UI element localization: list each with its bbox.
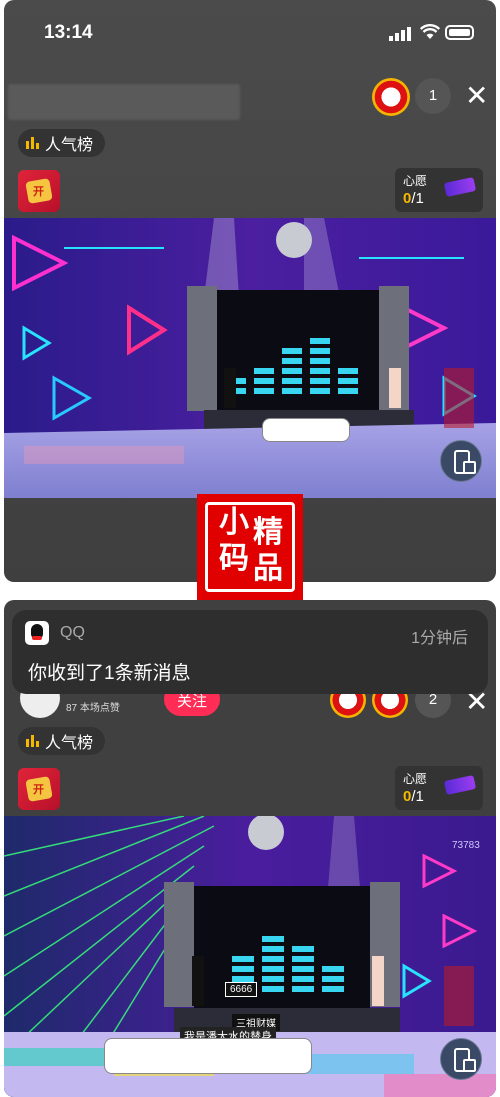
wish-label: 心愿 <box>403 174 428 188</box>
status-bar: 13:14 <box>4 0 496 62</box>
hot-rank-label: 人气榜 <box>45 137 94 154</box>
glasses-gift-icon <box>443 177 477 197</box>
seal-char-2: 精 <box>253 515 283 550</box>
status-time: 13:14 <box>44 22 93 43</box>
viewer-avatar[interactable] <box>372 78 410 116</box>
seal-char-3: 码 <box>219 541 249 576</box>
notification-time: 1分钟后 <box>411 630 468 647</box>
wish-progress: 0/1 <box>403 788 424 805</box>
signal-icon <box>389 27 411 41</box>
wish-progress: 0/1 <box>403 190 424 207</box>
notification-app: QQ <box>60 624 85 641</box>
hot-rank-pill[interactable]: 人气榜 <box>18 129 106 157</box>
redacted-comment-box <box>104 1038 312 1074</box>
red-packet-icon[interactable] <box>18 768 60 810</box>
qq-notification[interactable]: QQ 1分钟后 你收到了1条新消息 <box>12 610 488 694</box>
switch-screen-icon[interactable] <box>440 440 482 482</box>
glasses-gift-icon <box>443 775 477 795</box>
stage-score: 6666 <box>225 982 258 997</box>
close-icon[interactable]: ✕ <box>465 82 488 110</box>
switch-screen-icon[interactable] <box>440 1038 482 1080</box>
stage-scene <box>4 218 496 498</box>
hot-rank-pill[interactable]: 人气榜 <box>18 727 106 755</box>
live-stage-video[interactable] <box>4 218 496 498</box>
wish-widget[interactable]: 心愿 0/1 <box>395 766 483 810</box>
qq-icon <box>25 621 49 645</box>
wifi-icon <box>420 24 440 39</box>
notification-message: 你收到了1条新消息 <box>28 663 191 684</box>
live-stage-video[interactable]: 6666 三祖财媒 我是潘大水的替身 73783 <box>4 816 496 1097</box>
wish-widget[interactable]: 心愿 0/1 <box>395 168 483 212</box>
seal-char-1: 小 <box>219 505 249 540</box>
side-digits: 73783 <box>452 840 480 851</box>
watermark-seal: 小 精 码 品 <box>197 494 303 600</box>
wish-label: 心愿 <box>403 772 428 786</box>
viewer-count[interactable]: 1 <box>415 78 451 114</box>
redacted-name-box <box>262 418 350 442</box>
chart-bars-icon <box>26 735 39 747</box>
red-packet-icon[interactable] <box>18 170 60 212</box>
likes-count: 87 本场点赞 <box>66 703 120 714</box>
chart-bars-icon <box>26 137 39 149</box>
seal-char-4: 品 <box>253 551 283 586</box>
hot-rank-label: 人气榜 <box>45 735 94 752</box>
blurred-host-info <box>8 84 240 120</box>
battery-icon <box>445 25 474 40</box>
